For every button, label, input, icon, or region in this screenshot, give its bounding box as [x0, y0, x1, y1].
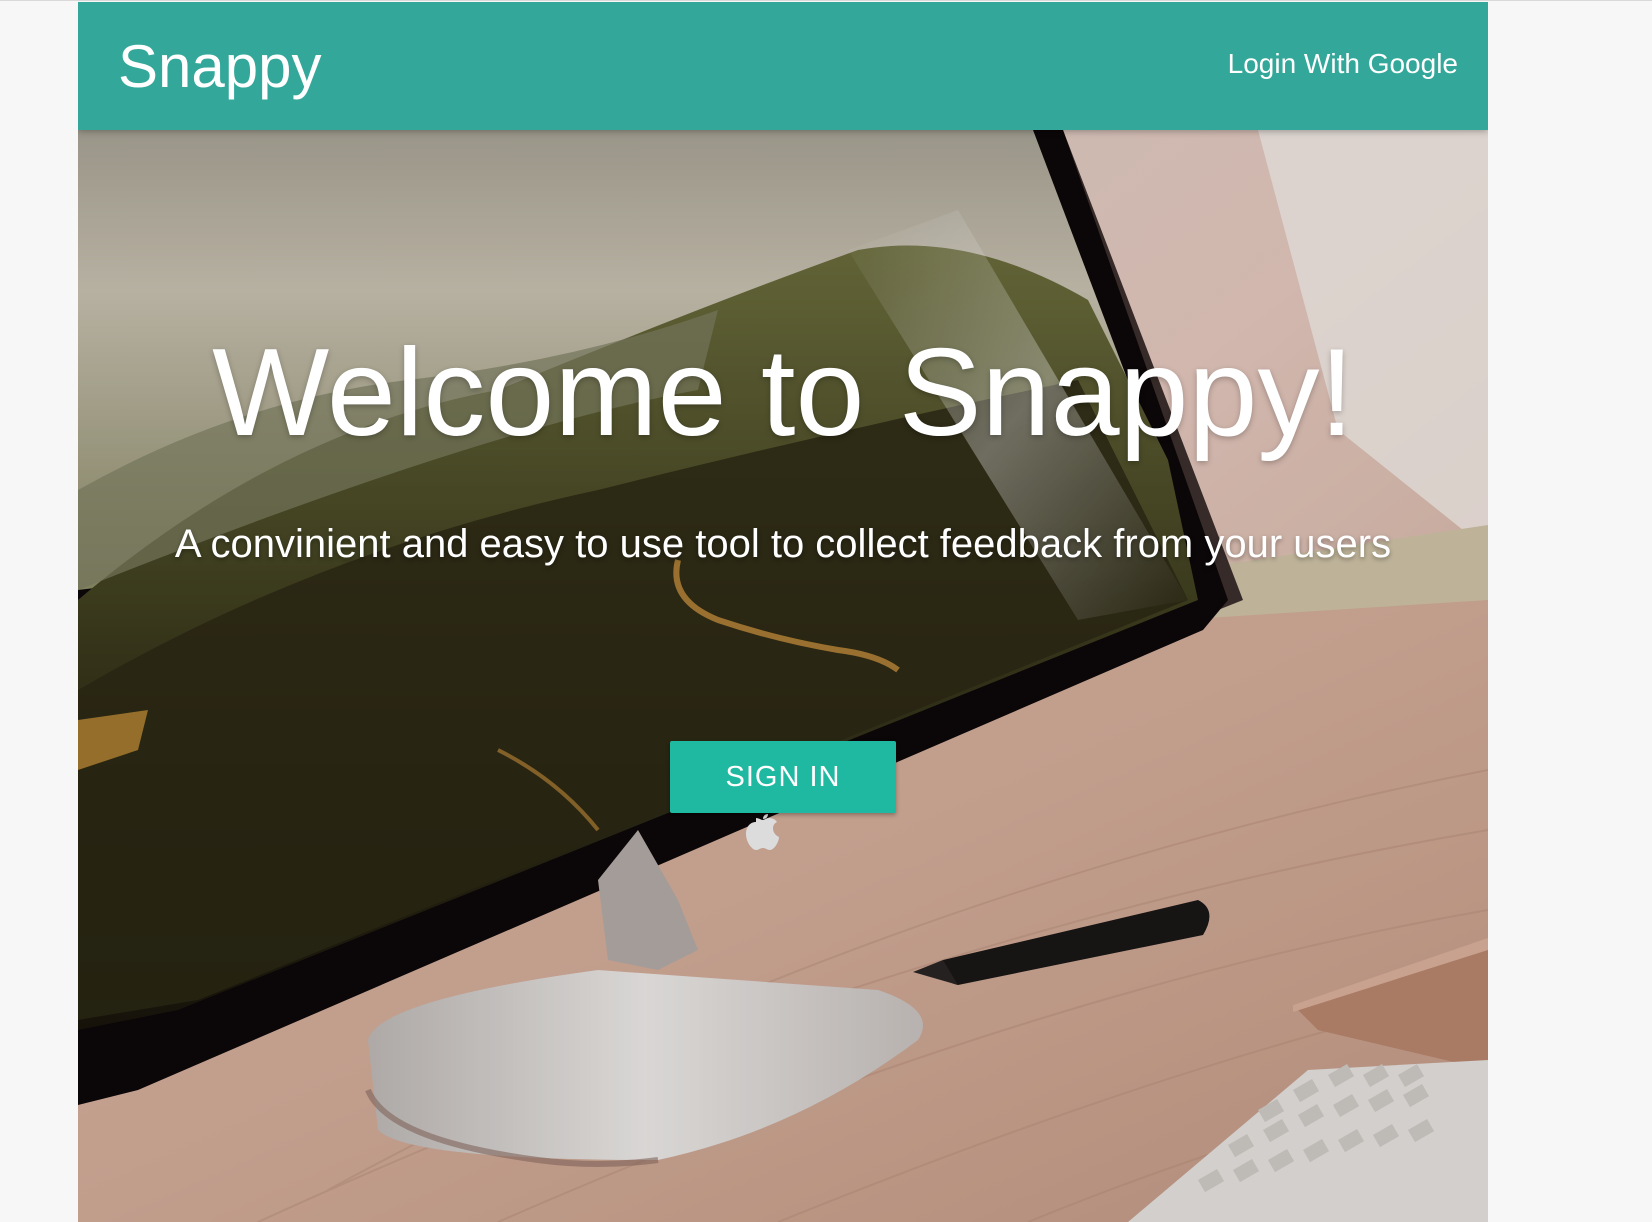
- navbar: Snappy Login With Google: [78, 2, 1488, 130]
- app-frame: Snappy Login With Google Welcome to Snap…: [78, 2, 1488, 1222]
- hero-title: Welcome to Snappy!: [212, 324, 1354, 462]
- hero-background-image: [78, 130, 1488, 1222]
- window-top-border: [0, 0, 1652, 1]
- sign-in-button[interactable]: SIGN IN: [670, 741, 896, 813]
- hero-subtitle: A convinient and easy to use tool to col…: [174, 522, 1392, 566]
- hero-section: Welcome to Snappy! A convinient and easy…: [78, 130, 1488, 1222]
- login-with-google-link[interactable]: Login With Google: [1228, 46, 1458, 82]
- brand-logo-link[interactable]: Snappy: [118, 32, 322, 102]
